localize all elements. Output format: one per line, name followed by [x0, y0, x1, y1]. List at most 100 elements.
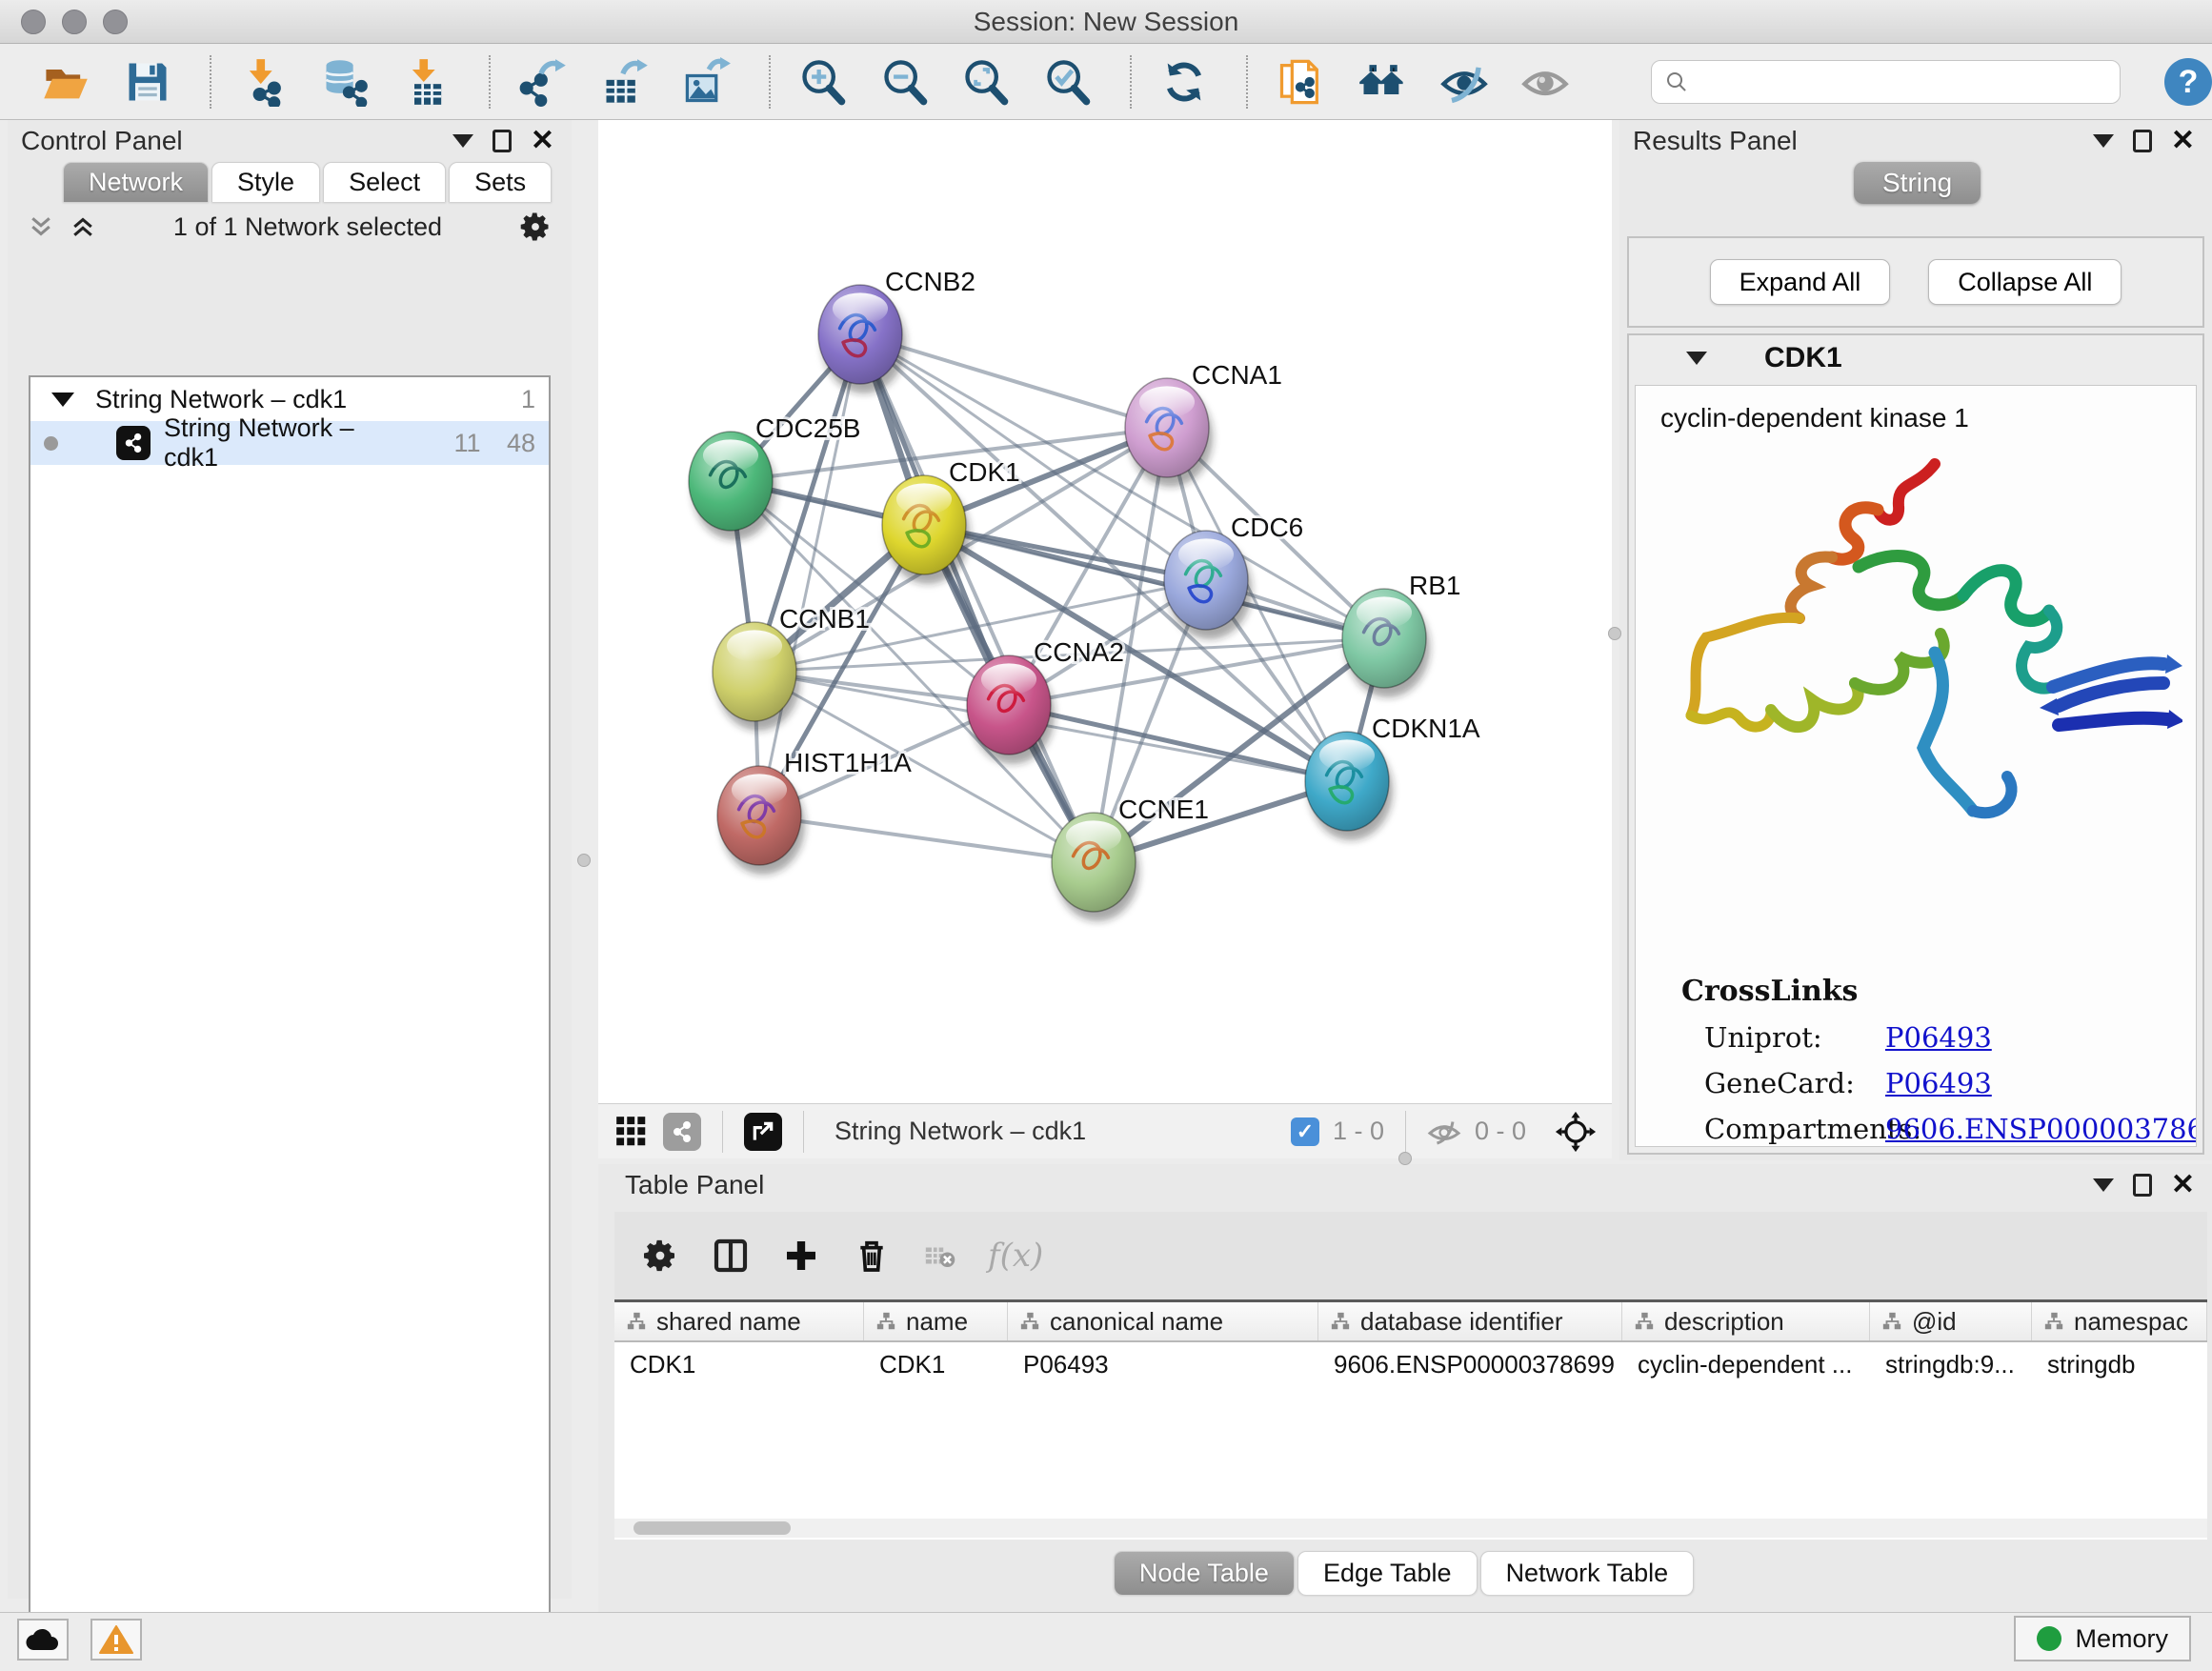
- panel-close-icon[interactable]: ✕: [2171, 1171, 2195, 1199]
- apply-layout-button[interactable]: [1156, 54, 1212, 110]
- hide-selected-button[interactable]: [1437, 54, 1492, 110]
- network-node[interactable]: [967, 655, 1055, 764]
- warnings-button[interactable]: [90, 1619, 142, 1661]
- expand-up-icon[interactable]: [69, 212, 97, 241]
- table-row[interactable]: CDK1CDK1P064939606.ENSP00000378699cyclin…: [614, 1342, 2207, 1384]
- gene-section-header[interactable]: CDK1: [1629, 335, 2202, 381]
- crosslink-value-link[interactable]: P06493: [1885, 1021, 1992, 1054]
- tab-node-table[interactable]: Node Table: [1114, 1551, 1295, 1595]
- table-hscrollbar[interactable]: [614, 1519, 2207, 1538]
- network-row[interactable]: String Network – cdk1 11 48: [30, 421, 549, 465]
- table-cell[interactable]: stringdb:9...: [1870, 1342, 2032, 1384]
- first-neighbors-button[interactable]: [1355, 54, 1410, 110]
- network-node[interactable]: [818, 285, 906, 393]
- export-table-button[interactable]: [597, 54, 653, 110]
- network-badge-icon[interactable]: [663, 1113, 701, 1151]
- network-node[interactable]: [1305, 732, 1393, 840]
- detach-view-button[interactable]: [744, 1113, 782, 1151]
- minimize-window-button[interactable]: [62, 10, 87, 34]
- column-header-shared-name[interactable]: shared name: [614, 1302, 864, 1340]
- add-column-icon[interactable]: [782, 1237, 820, 1275]
- close-window-button[interactable]: [21, 10, 46, 34]
- network-edge[interactable]: [759, 815, 1094, 862]
- column-header-description[interactable]: description: [1622, 1302, 1870, 1340]
- splitter-handle[interactable]: [577, 854, 591, 867]
- panel-float-icon[interactable]: [2133, 1174, 2152, 1197]
- collection-expand-icon[interactable]: [51, 393, 74, 407]
- network-edge[interactable]: [1009, 705, 1347, 781]
- table-gear-icon[interactable]: [641, 1237, 679, 1275]
- panel-float-icon[interactable]: [493, 130, 512, 152]
- zoom-selected-button[interactable]: [1040, 54, 1096, 110]
- birdseye-crosshair-icon[interactable]: [1555, 1111, 1597, 1153]
- tab-sets[interactable]: Sets: [449, 162, 552, 202]
- cloud-status-button[interactable]: [17, 1619, 69, 1661]
- import-network-file-button[interactable]: [236, 54, 292, 110]
- network-edge[interactable]: [860, 334, 1167, 428]
- network-node[interactable]: [1125, 378, 1213, 487]
- gear-icon[interactable]: [518, 210, 553, 244]
- show-all-button[interactable]: [1518, 54, 1574, 110]
- column-header-canonical-name[interactable]: canonical name: [1008, 1302, 1318, 1340]
- panel-close-icon[interactable]: ✕: [2171, 127, 2195, 155]
- import-table-file-button[interactable]: [399, 54, 454, 110]
- import-network-database-button[interactable]: [318, 54, 373, 110]
- panel-menu-icon[interactable]: [2093, 1178, 2114, 1192]
- export-network-button[interactable]: [515, 54, 571, 110]
- column-header-name[interactable]: name: [864, 1302, 1008, 1340]
- tab-network[interactable]: Network: [63, 162, 209, 202]
- memory-button[interactable]: Memory: [2014, 1616, 2191, 1661]
- table-hscrollbar-thumb[interactable]: [633, 1521, 791, 1535]
- show-columns-icon[interactable]: [712, 1237, 750, 1275]
- selected-checkbox-icon[interactable]: ✓: [1291, 1117, 1319, 1146]
- section-collapse-icon[interactable]: [1686, 352, 1707, 365]
- network-node[interactable]: [713, 622, 800, 731]
- table-cell[interactable]: CDK1: [614, 1342, 864, 1384]
- panel-float-icon[interactable]: [2133, 130, 2152, 152]
- zoom-window-button[interactable]: [103, 10, 128, 34]
- tab-select[interactable]: Select: [323, 162, 446, 202]
- panel-close-icon[interactable]: ✕: [531, 127, 554, 155]
- column-header-database-identifier[interactable]: database identifier: [1318, 1302, 1622, 1340]
- delete-column-icon[interactable]: [853, 1237, 891, 1275]
- column-header--id[interactable]: @id: [1870, 1302, 2032, 1340]
- open-session-button[interactable]: [38, 54, 93, 110]
- column-header-namespac[interactable]: namespac: [2032, 1302, 2207, 1340]
- collapse-all-icon[interactable]: [27, 212, 55, 241]
- table-cell[interactable]: cyclin-dependent ...: [1622, 1342, 1870, 1384]
- network-node[interactable]: [882, 475, 970, 584]
- collapse-all-button[interactable]: Collapse All: [1928, 259, 2122, 305]
- expand-all-button[interactable]: Expand All: [1710, 259, 1891, 305]
- grid-view-icon[interactable]: [613, 1114, 650, 1150]
- export-image-button[interactable]: [679, 54, 734, 110]
- zoom-in-button[interactable]: [795, 54, 851, 110]
- tab-style[interactable]: Style: [211, 162, 320, 202]
- function-builder-icon[interactable]: f(x): [988, 1237, 1043, 1275]
- network-node[interactable]: [717, 766, 805, 875]
- panel-menu-icon[interactable]: [452, 134, 473, 148]
- table-cell[interactable]: 9606.ENSP00000378699: [1318, 1342, 1622, 1384]
- splitter-handle[interactable]: [1608, 627, 1621, 640]
- network-edge[interactable]: [860, 334, 1094, 862]
- splitter-handle[interactable]: [1398, 1152, 1412, 1165]
- clear-table-icon[interactable]: [923, 1239, 955, 1272]
- table-cell[interactable]: CDK1: [864, 1342, 1008, 1384]
- crosslink-value-link[interactable]: P06493: [1885, 1067, 1992, 1099]
- network-node[interactable]: [1052, 813, 1139, 921]
- crosslink-value-link[interactable]: 9606.ENSP00000378699: [1885, 1113, 2197, 1145]
- zoom-fit-button[interactable]: [958, 54, 1014, 110]
- network-node[interactable]: [1342, 589, 1430, 697]
- panel-menu-icon[interactable]: [2093, 134, 2114, 148]
- table-cell[interactable]: stringdb: [2032, 1342, 2207, 1384]
- node-table[interactable]: shared namenamecanonical namedatabase id…: [614, 1299, 2207, 1540]
- save-session-button[interactable]: [120, 54, 175, 110]
- zoom-out-button[interactable]: [877, 54, 933, 110]
- help-button[interactable]: ?: [2164, 58, 2212, 106]
- network-node[interactable]: [689, 432, 776, 540]
- clone-network-button[interactable]: [1273, 54, 1328, 110]
- toolbar-search[interactable]: [1651, 60, 2121, 104]
- tab-string[interactable]: String: [1854, 162, 1981, 204]
- table-cell[interactable]: P06493: [1008, 1342, 1318, 1384]
- tab-edge-table[interactable]: Edge Table: [1297, 1551, 1478, 1595]
- network-canvas[interactable]: CCNB2CCNA1CDC25BCDK1CDC6RB1CCNB1CCNA2CDK…: [598, 120, 1612, 1103]
